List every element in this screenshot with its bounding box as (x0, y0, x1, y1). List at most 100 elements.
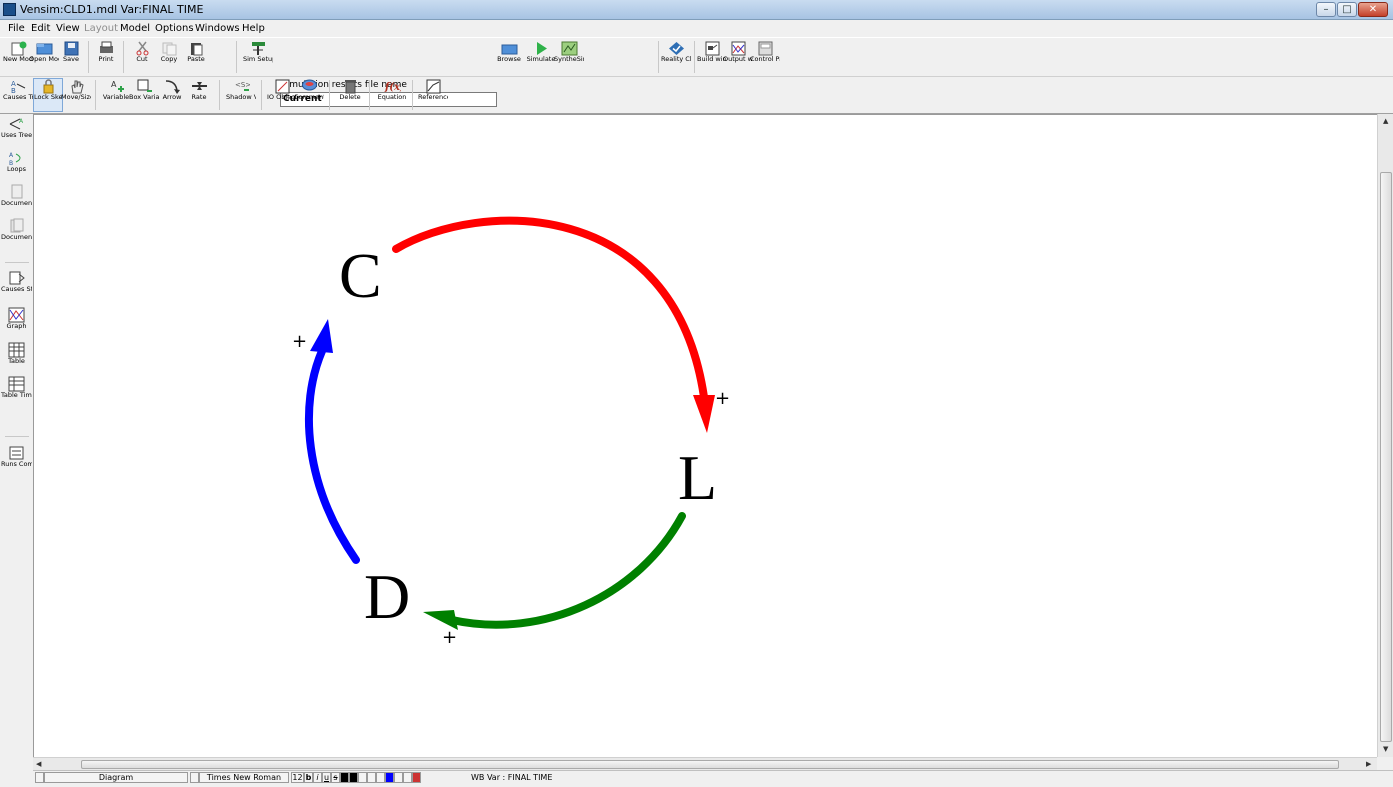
status-shape[interactable] (358, 772, 367, 783)
svg-text:A: A (19, 118, 24, 125)
scroll-right-icon[interactable]: ▶ (1366, 760, 1371, 768)
vertical-scrollbar[interactable]: ▲ ▼ (1377, 114, 1393, 757)
variable-c[interactable]: C (339, 240, 382, 311)
comment-button[interactable]: Comment (294, 79, 324, 101)
print-button[interactable]: Print (91, 41, 121, 63)
status-color-fill[interactable] (349, 772, 358, 783)
menu-options[interactable]: Options (155, 23, 194, 34)
loops-icon: AB (9, 152, 21, 166)
causes-strip-icon (9, 271, 25, 285)
link-l-to-d[interactable] (448, 512, 686, 629)
menu-model[interactable]: Model (120, 23, 150, 34)
io-object-icon (275, 79, 289, 94)
control-panel-button[interactable]: Control Panel (750, 41, 780, 63)
menu-help[interactable]: Help (242, 23, 265, 34)
document-all-button[interactable]: Document All (1, 218, 32, 241)
browse-button[interactable]: Browse (494, 41, 524, 63)
status-font-toggle[interactable] (190, 772, 199, 783)
status-polarity[interactable] (403, 772, 412, 783)
scroll-down-icon[interactable]: ▼ (1383, 745, 1388, 753)
runs-compare-button[interactable]: Runs Compare (1, 445, 32, 468)
save-button[interactable]: Save (56, 41, 86, 63)
uses-tree-button[interactable]: A Uses Tree (1, 116, 32, 139)
rate-button[interactable]: Rate (184, 79, 214, 101)
menu-windows[interactable]: Windows (195, 23, 240, 34)
causes-tree-button[interactable]: AB Causes Tree (3, 79, 33, 101)
status-color-black[interactable] (340, 772, 349, 783)
variable-d[interactable]: D (364, 561, 410, 632)
paste-button[interactable]: Paste (181, 41, 211, 63)
table-time-button[interactable]: Table Time (1, 376, 32, 399)
menu-edit[interactable]: Edit (31, 23, 50, 34)
move-size-button[interactable]: Move/Size (61, 79, 91, 101)
main-toolbar: New Model Open Model Save Print Cut Copy… (0, 37, 1393, 107)
lock-sketch-button[interactable]: Lock Sketch (33, 78, 63, 112)
reality-checks-button[interactable]: Reality Checks (661, 41, 691, 63)
status-font-name[interactable]: Times New Roman (199, 772, 289, 783)
status-bold[interactable]: b (304, 772, 313, 783)
graph-button[interactable]: Graph (1, 307, 32, 330)
status-arrow-style[interactable] (367, 772, 376, 783)
box-variable-button[interactable]: Box Variable (129, 79, 159, 101)
synthesim-button[interactable]: SyntheSim (554, 41, 584, 63)
status-view-name[interactable]: Diagram (44, 772, 188, 783)
reference-mode-button[interactable]: Reference Mode (418, 79, 448, 101)
analysis-toolbar: A Uses Tree AB Loops Document Document A… (0, 114, 33, 771)
status-view-toggle[interactable] (35, 772, 44, 783)
causes-tree-icon: AB (11, 80, 25, 94)
polarity-l-to-d[interactable]: + (442, 627, 457, 648)
scroll-up-icon[interactable]: ▲ (1383, 117, 1388, 125)
vertical-scroll-thumb[interactable] (1380, 172, 1392, 742)
menu-view[interactable]: View (56, 23, 80, 34)
table-icon (8, 342, 25, 358)
polarity-d-to-c[interactable]: + (292, 331, 307, 352)
equation-button[interactable]: f(x) Equation (377, 79, 407, 101)
svg-text:B: B (11, 87, 16, 94)
cut-button[interactable]: Cut (127, 41, 157, 63)
horizontal-scroll-thumb[interactable] (81, 760, 1339, 769)
status-strike[interactable]: s (331, 772, 340, 783)
open-model-button[interactable]: Open Model (29, 41, 59, 63)
sketch-canvas[interactable]: C L D + + + (33, 114, 1377, 757)
sim-setup-button[interactable]: Sim Setup (243, 41, 273, 63)
document-button[interactable]: Document (1, 184, 32, 207)
status-font-size[interactable]: 12 (291, 772, 304, 783)
table-button[interactable]: Table (1, 342, 32, 365)
causes-strip-button[interactable]: Causes Strip (1, 270, 32, 293)
simulate-button[interactable]: Simulate (526, 41, 556, 63)
status-color-blue[interactable] (385, 772, 394, 783)
menu-layout[interactable]: Layout (84, 23, 118, 34)
status-underline[interactable]: u (322, 772, 331, 783)
arrow-tool-button[interactable]: Arrow (157, 79, 187, 101)
svg-text:f(x): f(x) (384, 82, 401, 93)
close-button[interactable]: ✕ (1358, 2, 1388, 17)
separator (658, 41, 659, 73)
status-line-width[interactable] (394, 772, 403, 783)
separator (219, 80, 220, 110)
menu-file[interactable]: File (8, 23, 25, 34)
polarity-c-to-l[interactable]: + (715, 388, 730, 409)
maximize-button[interactable]: □ (1337, 2, 1357, 17)
scroll-left-icon[interactable]: ◀ (36, 760, 41, 768)
minimize-button[interactable]: – (1316, 2, 1336, 17)
status-line-style[interactable] (376, 772, 385, 783)
title-bar: Vensim:CLD1.mdl Var:FINAL TIME – □ ✕ (0, 0, 1393, 20)
horizontal-scrollbar[interactable]: ◀ ▶ (33, 757, 1377, 770)
copy-button[interactable]: Copy (154, 41, 184, 63)
reality-checks-icon (668, 42, 684, 55)
loops-button[interactable]: AB Loops (1, 150, 32, 173)
io-object-button[interactable]: IO Object (267, 79, 297, 101)
svg-text:<S>: <S> (235, 81, 250, 89)
output-windows-button[interactable]: Output windows (723, 41, 753, 63)
variable-button[interactable]: A Variable (101, 79, 131, 101)
link-d-to-c[interactable] (304, 347, 360, 564)
document-all-icon (10, 218, 24, 233)
delete-button[interactable]: Delete (335, 79, 365, 101)
status-highlight[interactable] (412, 772, 421, 783)
variable-l[interactable]: L (678, 442, 717, 513)
link-c-to-l[interactable] (392, 216, 708, 401)
status-italic[interactable]: i (313, 772, 322, 783)
trash-icon (344, 80, 356, 94)
status-variable-info: WB Var : FINAL TIME (471, 773, 553, 782)
shadow-variable-button[interactable]: <S> Shadow Variable (226, 79, 256, 101)
